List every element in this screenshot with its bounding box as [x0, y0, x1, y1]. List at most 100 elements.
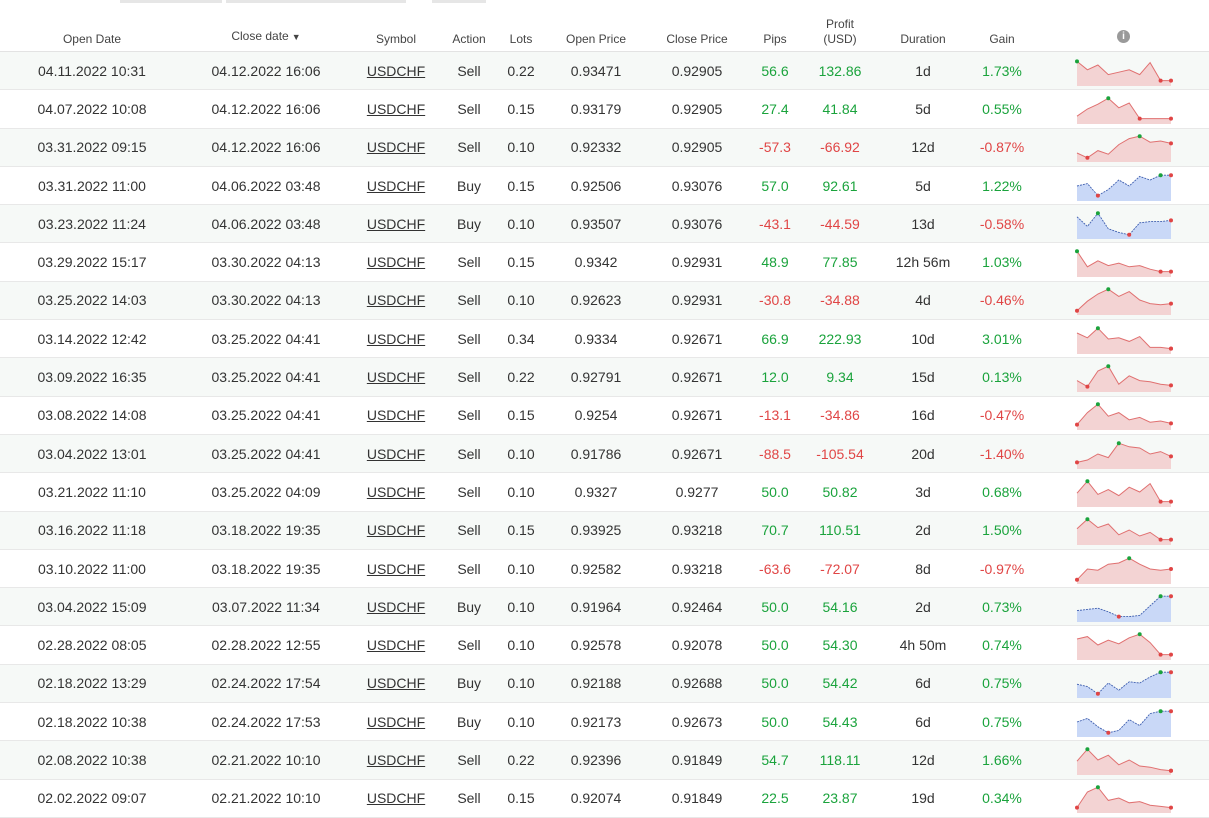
header-pips[interactable]: Pips	[750, 3, 800, 52]
cell-trade-chart[interactable]	[1038, 51, 1209, 91]
table-row[interactable]: 03.14.2022 12:42 03.25.2022 04:41 USDCHF Se…	[0, 319, 1209, 359]
header-close-price[interactable]: Close Price	[644, 3, 750, 52]
table-row[interactable]: 03.25.2022 14:03 03.30.2022 04:13 USDCHF Se…	[0, 281, 1209, 321]
symbol-link[interactable]: USDCHF	[367, 369, 425, 385]
table-row[interactable]: 04.07.2022 10:08 04.12.2022 16:06 USDCHF Se…	[0, 89, 1209, 129]
symbol-link[interactable]: USDCHF	[367, 752, 425, 768]
cell-symbol[interactable]: USDCHF	[348, 779, 444, 818]
header-open-price[interactable]: Open Price	[548, 3, 644, 52]
cell-symbol[interactable]: USDCHF	[348, 319, 444, 359]
symbol-link[interactable]: USDCHF	[367, 790, 425, 806]
symbol-link[interactable]: USDCHF	[367, 714, 425, 730]
symbol-link[interactable]: USDCHF	[367, 599, 425, 615]
symbol-link[interactable]: USDCHF	[367, 101, 425, 117]
table-row[interactable]: 02.08.2022 10:38 02.21.2022 10:10 USDCHF Se…	[0, 740, 1209, 780]
table-row[interactable]: 03.04.2022 13:01 03.25.2022 04:41 USDCHF Se…	[0, 434, 1209, 474]
symbol-link[interactable]: USDCHF	[367, 292, 425, 308]
sparkline-max-dot	[1074, 249, 1079, 254]
cell-trade-chart[interactable]	[1038, 434, 1209, 474]
cell-symbol[interactable]: USDCHF	[348, 740, 444, 780]
info-icon[interactable]: i	[1117, 30, 1130, 43]
symbol-link[interactable]: USDCHF	[367, 637, 425, 653]
cell-symbol[interactable]: USDCHF	[348, 702, 444, 742]
symbol-link[interactable]: USDCHF	[367, 254, 425, 270]
symbol-link[interactable]: USDCHF	[367, 446, 425, 462]
cell-trade-chart[interactable]	[1038, 204, 1209, 244]
sparkline-area	[1076, 442, 1171, 469]
cell-trade-chart[interactable]	[1038, 281, 1209, 321]
table-row[interactable]: 03.31.2022 09:15 04.12.2022 16:06 USDCHF Se…	[0, 128, 1209, 167]
cell-symbol[interactable]: USDCHF	[348, 357, 444, 397]
cell-trade-chart[interactable]	[1038, 242, 1209, 282]
cell-symbol[interactable]: USDCHF	[348, 587, 444, 627]
cell-trade-chart[interactable]	[1038, 319, 1209, 359]
cell-trade-chart[interactable]	[1038, 702, 1209, 742]
cell-trade-chart[interactable]	[1038, 779, 1209, 818]
symbol-link[interactable]: USDCHF	[367, 139, 425, 155]
symbol-link[interactable]: USDCHF	[367, 522, 425, 538]
cell-trade-chart[interactable]	[1038, 89, 1209, 129]
table-row[interactable]: 03.16.2022 11:18 03.18.2022 19:35 USDCHF Se…	[0, 511, 1209, 550]
cell-trade-chart[interactable]	[1038, 166, 1209, 206]
cell-symbol[interactable]: USDCHF	[348, 664, 444, 704]
header-duration[interactable]: Duration	[880, 3, 966, 52]
header-symbol[interactable]: Symbol	[348, 3, 444, 52]
cell-trade-chart[interactable]	[1038, 511, 1209, 550]
cell-symbol[interactable]: USDCHF	[348, 51, 444, 91]
table-row[interactable]: 03.29.2022 15:17 03.30.2022 04:13 USDCHF Se…	[0, 242, 1209, 282]
sparkline-max-dot	[1105, 287, 1110, 292]
cell-trade-chart[interactable]	[1038, 128, 1209, 167]
symbol-link[interactable]: USDCHF	[367, 331, 425, 347]
cell-symbol[interactable]: USDCHF	[348, 281, 444, 321]
symbol-link[interactable]: USDCHF	[367, 561, 425, 577]
cell-trade-chart[interactable]	[1038, 664, 1209, 704]
table-row[interactable]: 02.02.2022 09:07 02.21.2022 10:10 USDCHF Se…	[0, 779, 1209, 818]
header-lots[interactable]: Lots	[494, 3, 548, 52]
sparkline-max-dot	[1095, 402, 1100, 407]
cell-trade-chart[interactable]	[1038, 472, 1209, 512]
cell-symbol[interactable]: USDCHF	[348, 472, 444, 512]
header-action[interactable]: Action	[444, 3, 494, 52]
header-close-date[interactable]: Close date ▼	[184, 3, 348, 52]
table-row[interactable]: 03.21.2022 11:10 03.25.2022 04:09 USDCHF Se…	[0, 472, 1209, 512]
cell-trade-chart[interactable]	[1038, 625, 1209, 665]
cell-pips: 50.0	[750, 664, 800, 704]
table-row[interactable]: 03.23.2022 11:24 04.06.2022 03:48 USDCHF Bu…	[0, 204, 1209, 244]
table-row[interactable]: 03.09.2022 16:35 03.25.2022 04:41 USDCHF Se…	[0, 357, 1209, 397]
symbol-link[interactable]: USDCHF	[367, 675, 425, 691]
header-profit[interactable]: Profit (USD)	[800, 3, 880, 52]
table-row[interactable]: 03.10.2022 11:00 03.18.2022 19:35 USDCHF Se…	[0, 549, 1209, 589]
cell-close-date: 03.25.2022 04:41	[184, 396, 348, 435]
cell-trade-chart[interactable]	[1038, 396, 1209, 435]
cell-symbol[interactable]: USDCHF	[348, 242, 444, 282]
cell-symbol[interactable]: USDCHF	[348, 434, 444, 474]
sparkline-area	[1076, 557, 1171, 584]
cell-symbol[interactable]: USDCHF	[348, 128, 444, 167]
cell-symbol[interactable]: USDCHF	[348, 166, 444, 206]
cell-symbol[interactable]: USDCHF	[348, 89, 444, 129]
cell-symbol[interactable]: USDCHF	[348, 625, 444, 665]
header-open-date[interactable]: Open Date	[0, 3, 184, 52]
header-gain[interactable]: Gain	[966, 3, 1038, 52]
symbol-link[interactable]: USDCHF	[367, 63, 425, 79]
cell-trade-chart[interactable]	[1038, 357, 1209, 397]
table-row[interactable]: 04.11.2022 10:31 04.12.2022 16:06 USDCHF Se…	[0, 51, 1209, 91]
symbol-link[interactable]: USDCHF	[367, 407, 425, 423]
cell-trade-chart[interactable]	[1038, 740, 1209, 780]
table-row[interactable]: 02.18.2022 10:38 02.24.2022 17:53 USDCHF Bu…	[0, 702, 1209, 742]
table-row[interactable]: 03.31.2022 11:00 04.06.2022 03:48 USDCHF Bu…	[0, 166, 1209, 206]
table-row[interactable]: 02.28.2022 08:05 02.28.2022 12:55 USDCHF Se…	[0, 625, 1209, 665]
cell-symbol[interactable]: USDCHF	[348, 549, 444, 589]
symbol-link[interactable]: USDCHF	[367, 484, 425, 500]
symbol-link[interactable]: USDCHF	[367, 178, 425, 194]
table-row[interactable]: 03.04.2022 15:09 03.07.2022 11:34 USDCHF Bu…	[0, 587, 1209, 627]
table-row[interactable]: 03.08.2022 14:08 03.25.2022 04:41 USDCHF Se…	[0, 396, 1209, 435]
cell-trade-chart[interactable]	[1038, 549, 1209, 589]
cell-symbol[interactable]: USDCHF	[348, 204, 444, 244]
cell-trade-chart[interactable]	[1038, 587, 1209, 627]
cell-symbol[interactable]: USDCHF	[348, 511, 444, 550]
table-row[interactable]: 02.18.2022 13:29 02.24.2022 17:54 USDCHF Bu…	[0, 664, 1209, 704]
cell-profit: 54.43	[800, 702, 880, 742]
cell-symbol[interactable]: USDCHF	[348, 396, 444, 435]
symbol-link[interactable]: USDCHF	[367, 216, 425, 232]
